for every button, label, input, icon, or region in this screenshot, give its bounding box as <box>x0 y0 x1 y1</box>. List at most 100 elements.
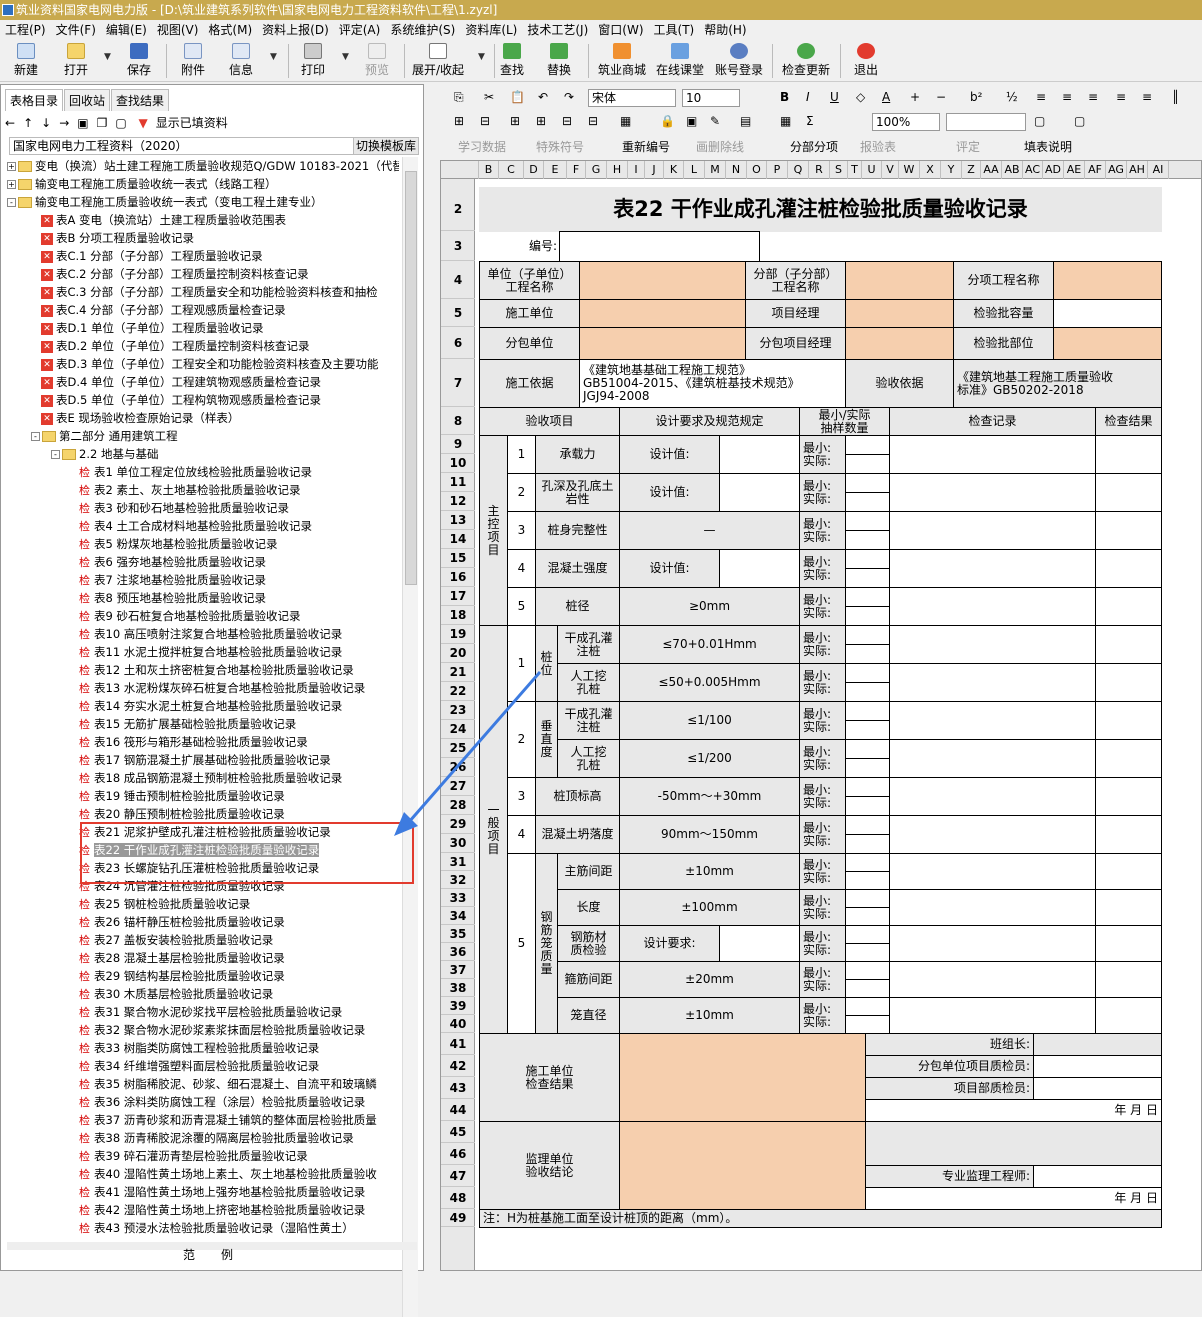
scrollbar-thumb[interactable] <box>405 171 417 585</box>
min-input[interactable] <box>845 739 890 759</box>
actual-input[interactable] <box>845 758 890 778</box>
result-input[interactable] <box>1095 549 1162 588</box>
tree-scrollbar[interactable] <box>402 157 418 1317</box>
column-header[interactable]: T <box>848 161 862 179</box>
tree-item[interactable]: 检表17 钢筋混凝土扩展基础检验批质量验收记录 <box>7 751 399 769</box>
menu-item[interactable]: 帮助(H) <box>699 20 751 40</box>
font-color-icon[interactable]: A <box>882 90 890 104</box>
tree-item[interactable]: ✕ 表E 现场验收检查原始记录（样表） <box>7 409 399 427</box>
tree-item[interactable]: 检表13 水泥粉煤灰碎石桩复合地基检验批质量验收记录 <box>7 679 399 697</box>
column-header[interactable]: D <box>524 161 544 179</box>
column-header[interactable]: AI <box>1148 161 1169 179</box>
image-icon[interactable]: ▣ <box>686 114 697 128</box>
tree-item[interactable]: 检表36 涂料类防腐蚀工程（涂层）检验批质量验收记录 <box>7 1093 399 1111</box>
menu-item[interactable]: 评定(A) <box>334 20 386 40</box>
basis-value[interactable]: 《建筑地基基础工程施工规范》 GB51004-2015、《建筑桩基技术规范》 J… <box>579 359 846 408</box>
increase-icon[interactable]: + <box>910 90 920 104</box>
tree-item[interactable]: 检表10 高压喷射注浆复合地基检验批质量验收记录 <box>7 625 399 643</box>
row-header[interactable]: 11 <box>441 473 475 492</box>
bold-icon[interactable]: B <box>780 90 789 104</box>
column-header[interactable]: K <box>664 161 684 179</box>
row-header[interactable]: 29 <box>441 815 475 834</box>
actual-input[interactable] <box>845 943 890 962</box>
unit-name-input[interactable] <box>579 261 746 300</box>
result-input[interactable] <box>1095 777 1162 816</box>
result-input[interactable] <box>1095 925 1162 962</box>
acc-basis-value[interactable]: 《建筑地基工程施工质量验收 标准》GB50202-2018 <box>953 359 1162 408</box>
column-icon[interactable]: ║ <box>1172 90 1179 104</box>
column-header[interactable]: Y <box>941 161 962 179</box>
row-header[interactable]: 41 <box>441 1033 475 1055</box>
row-header[interactable]: 24 <box>441 720 475 739</box>
menu-item[interactable]: 工程(P) <box>0 20 51 40</box>
exit-button[interactable]: 退出 <box>854 43 878 81</box>
row-header[interactable]: 26 <box>441 758 475 777</box>
menu-item[interactable]: 窗口(W) <box>593 20 648 40</box>
row-header[interactable]: 28 <box>441 796 475 815</box>
tree-item[interactable]: 检表26 锚杆静压桩检验批质量验收记录 <box>7 913 399 931</box>
contractor-result-input[interactable] <box>619 1033 866 1122</box>
row-header[interactable]: 18 <box>441 606 475 625</box>
row-header[interactable]: 4 <box>441 261 475 299</box>
min-input[interactable] <box>845 889 890 908</box>
row-header[interactable]: 21 <box>441 663 475 682</box>
item-name-input[interactable] <box>1053 261 1162 300</box>
column-header[interactable]: I <box>628 161 645 179</box>
column-header[interactable]: M <box>705 161 726 179</box>
row-header[interactable]: 5 <box>441 299 475 327</box>
expand-toggle-icon[interactable]: - <box>51 450 60 459</box>
tree-item[interactable]: 检表19 锤击预制桩检验批质量验收记录 <box>7 787 399 805</box>
tree-item[interactable]: 检表32 聚合物水泥砂浆素浆抹面层检验批质量验收记录 <box>7 1021 399 1039</box>
column-header[interactable]: AE <box>1064 161 1085 179</box>
row-header[interactable]: 23 <box>441 701 475 720</box>
record-input[interactable] <box>889 625 1096 664</box>
min-input[interactable] <box>845 663 890 683</box>
row-header[interactable]: 16 <box>441 568 475 587</box>
requirement-input[interactable] <box>719 473 800 512</box>
row-header[interactable]: 6 <box>441 327 475 359</box>
tree-item[interactable]: - 第二部分 通用建筑工程 <box>7 427 399 445</box>
column-header[interactable]: R <box>809 161 830 179</box>
classroom-button[interactable]: 在线课堂 <box>656 43 704 81</box>
result-input[interactable] <box>1095 961 1162 998</box>
min-input[interactable] <box>845 853 890 872</box>
record-input[interactable] <box>889 777 1096 816</box>
tree-item[interactable]: 检表18 成品钢筋混凝土预制桩检验批质量验收记录 <box>7 769 399 787</box>
tree-item[interactable]: 检表15 无筋扩展基础检验批质量验收记录 <box>7 715 399 733</box>
tree-item[interactable]: 检表39 碎石灌沥青垫层检验批质量验收记录 <box>7 1147 399 1165</box>
result-input[interactable] <box>1095 853 1162 890</box>
draw-icon[interactable]: ✎ <box>710 114 720 128</box>
row-header[interactable]: 27 <box>441 777 475 796</box>
replace-button[interactable]: 替换 <box>547 43 571 81</box>
min-input[interactable] <box>845 701 890 721</box>
column-header[interactable]: N <box>726 161 747 179</box>
result-input[interactable] <box>1095 889 1162 926</box>
column-header[interactable]: AB <box>1002 161 1023 179</box>
column-header[interactable]: AD <box>1043 161 1064 179</box>
print-dropdown-icon[interactable]: ▼ <box>342 52 349 62</box>
column-header[interactable]: AC <box>1023 161 1043 179</box>
row-header[interactable]: 33 <box>441 889 475 907</box>
actual-input[interactable] <box>845 720 890 740</box>
record-input[interactable] <box>889 511 1096 550</box>
inspection-form-button[interactable]: 报验表 <box>860 138 896 155</box>
lock-icon[interactable]: 🔒 <box>660 114 675 128</box>
column-header[interactable]: Q <box>788 161 809 179</box>
tree-item[interactable]: 检表38 沥青稀胶泥涂覆的隔离层检验批质量验收记录 <box>7 1129 399 1147</box>
record-input[interactable] <box>889 549 1096 588</box>
column-header[interactable]: Z <box>962 161 981 179</box>
dept-qc-input[interactable] <box>1033 1077 1162 1100</box>
row-header[interactable]: 47 <box>441 1165 475 1187</box>
row-header[interactable]: 38 <box>441 979 475 997</box>
column-header[interactable]: AF <box>1085 161 1106 179</box>
menu-item[interactable]: 工具(T) <box>649 20 700 40</box>
fraction-icon[interactable]: ½ <box>1006 90 1018 104</box>
row-header[interactable]: 13 <box>441 511 475 530</box>
tree-item[interactable]: 检表25 钢桩检验批质量验收记录 <box>7 895 399 913</box>
redo-icon[interactable]: ↷ <box>564 90 574 104</box>
min-input[interactable] <box>845 549 890 569</box>
expand-dropdown-icon[interactable]: ▼ <box>478 52 485 62</box>
min-input[interactable] <box>845 511 890 531</box>
justify-icon[interactable]: ≡ <box>1116 90 1126 104</box>
row-header[interactable]: 35 <box>441 925 475 943</box>
